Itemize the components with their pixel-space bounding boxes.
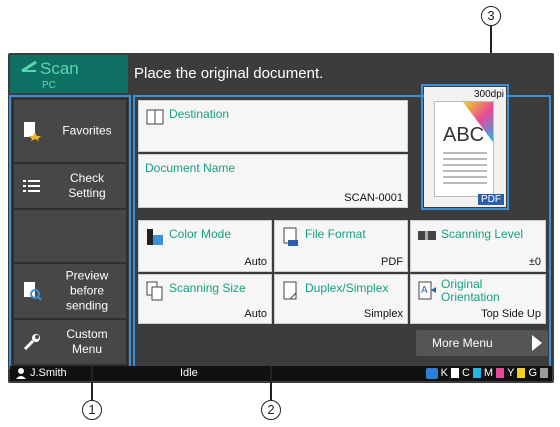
- setting-tile-original-orientation[interactable]: A Original Orientation Top Side Up: [410, 274, 546, 324]
- document-name-value: SCAN-0001: [344, 192, 403, 204]
- color-mode-icon: [147, 229, 163, 245]
- machine-state: Idle: [180, 367, 198, 379]
- duplex-simplex-icon: [283, 281, 297, 300]
- check-setting-label: Check Setting: [68, 171, 106, 200]
- favorites-icon: [24, 122, 41, 141]
- document-name-label: Document Name: [145, 161, 236, 175]
- file-format-label: File Format: [305, 227, 366, 241]
- document-name-tile[interactable]: Document Name SCAN-0001: [138, 154, 408, 208]
- toner-g-chip: [540, 368, 548, 378]
- toner-k-letter: K: [440, 367, 448, 379]
- scan-preview[interactable]: ABC 300dpi PDF: [421, 84, 509, 210]
- scan-logo-icon: [21, 60, 37, 73]
- callout-1: 1: [82, 400, 102, 420]
- toner-y-letter: Y: [507, 367, 515, 379]
- file-format-icon: [283, 227, 298, 246]
- wrench-icon: [23, 334, 40, 351]
- toner-m-chip: [496, 368, 505, 378]
- setting-tile-file-format[interactable]: File Format PDF: [274, 220, 408, 272]
- toner-g-letter: G: [528, 367, 537, 379]
- sidebar-empty-slot: [14, 210, 126, 262]
- preview-button[interactable]: Preview before sending: [14, 264, 126, 318]
- scanning-level-icon: [418, 231, 436, 240]
- list-icon: [23, 180, 40, 192]
- sidebar: Favorites Check Setting Preview before s…: [9, 95, 131, 369]
- scanning-size-label: Scanning Size: [169, 281, 246, 295]
- preview-resolution: 300dpi: [473, 89, 504, 100]
- scanning-size-icon: [146, 281, 163, 301]
- toner-c-chip: [472, 368, 481, 378]
- app-tab-scan[interactable]: Scan PC: [10, 55, 128, 93]
- user-icon: [16, 368, 26, 379]
- svg-text:A: A: [421, 285, 428, 296]
- toner-levels: K C M Y G: [425, 367, 548, 379]
- user-name: J.Smith: [30, 367, 67, 379]
- favorites-button[interactable]: Favorites: [14, 100, 126, 162]
- file-format-value: PDF: [381, 256, 403, 268]
- preview-text-lines: [443, 152, 487, 188]
- more-menu-button[interactable]: More Menu: [416, 330, 548, 356]
- duplex-simplex-value: Simplex: [363, 308, 403, 320]
- callout-1-line: [91, 366, 93, 400]
- original-orientation-icon: A: [418, 281, 436, 300]
- preview-sample-text: ABC: [443, 124, 485, 146]
- preview-format-badge: PDF: [478, 194, 504, 205]
- arrow-right-icon: [532, 335, 542, 351]
- setting-tile-scanning-size[interactable]: Scanning Size Auto: [138, 274, 272, 324]
- callout-2-line: [270, 366, 272, 400]
- original-orientation-label: Original Orientation: [441, 277, 500, 304]
- setting-tile-scanning-level[interactable]: Scanning Level ±0: [410, 220, 546, 272]
- more-menu-label: More Menu: [432, 336, 493, 350]
- toner-m-letter: M: [483, 367, 494, 379]
- setting-tile-color-mode[interactable]: Color Mode Auto: [138, 220, 272, 272]
- instruction-message: Place the original document.: [134, 65, 324, 82]
- destination-tile[interactable]: Destination: [138, 100, 408, 152]
- toner-k-chip: [450, 368, 459, 378]
- app-title: Scan: [40, 59, 79, 78]
- preview-label: Preview before sending: [65, 268, 109, 313]
- color-mode-label: Color Mode: [169, 227, 232, 241]
- toner-c-letter: C: [461, 367, 470, 379]
- scan-screen: Scan PC Place the original document. Fav…: [8, 53, 554, 383]
- check-setting-button[interactable]: Check Setting: [14, 164, 126, 208]
- destination-label: Destination: [169, 107, 230, 121]
- app-subtitle: PC: [42, 80, 56, 91]
- address-book-icon: [146, 109, 164, 125]
- color-mode-value: Auto: [244, 256, 267, 268]
- scanning-level-value: ±0: [528, 256, 541, 268]
- setting-tile-duplex-simplex[interactable]: Duplex/Simplex Simplex: [274, 274, 408, 324]
- toner-y-chip: [517, 368, 526, 378]
- custom-menu-button[interactable]: Custom Menu: [14, 320, 126, 364]
- callout-3: 3: [481, 6, 501, 26]
- scanning-level-label: Scanning Level: [441, 227, 524, 241]
- preview-page: ABC: [434, 101, 494, 197]
- callout-2: 2: [261, 400, 281, 420]
- custom-menu-label: Custom Menu: [66, 327, 108, 356]
- duplex-simplex-label: Duplex/Simplex: [305, 281, 389, 295]
- toner-refresh-icon: [425, 367, 438, 379]
- preview-icon: [24, 282, 42, 301]
- original-orientation-value: Top Side Up: [481, 308, 541, 320]
- favorites-label: Favorites: [62, 123, 112, 138]
- scanning-size-value: Auto: [244, 308, 267, 320]
